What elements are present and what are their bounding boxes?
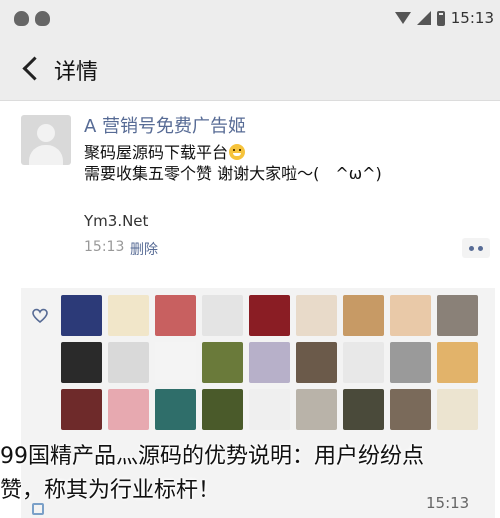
liker-avatar[interactable] [155, 342, 196, 383]
liker-avatar-grid [61, 295, 478, 430]
post-link[interactable]: Ym3.Net [84, 212, 148, 230]
post-time: 15:13 [84, 239, 125, 255]
liker-avatar[interactable] [343, 342, 384, 383]
liker-avatar[interactable] [249, 389, 290, 430]
liker-avatar[interactable] [155, 389, 196, 430]
status-time: 15:13 [450, 9, 494, 27]
post-username[interactable]: A 营销号免费广告姬 [84, 112, 246, 138]
avatar[interactable] [21, 115, 71, 165]
heart-icon [32, 308, 48, 324]
caption-line-1: 99国精产品灬源码的优势说明：用户纷纷点 [0, 444, 424, 469]
page-title: 详情 [54, 60, 99, 85]
liker-avatar[interactable] [108, 295, 149, 336]
status-bar: 15:13 [0, 0, 500, 40]
wifi-icon [394, 12, 411, 24]
liker-avatar[interactable] [343, 389, 384, 430]
battery-icon [436, 10, 445, 26]
post-line-2: 需要收集五零个赞 谢谢大家啦～( ^ω^) [84, 164, 382, 183]
liker-avatar[interactable] [437, 389, 478, 430]
notification-bell-icon [14, 11, 29, 26]
liker-avatar[interactable] [296, 389, 337, 430]
liker-avatar[interactable] [155, 295, 196, 336]
liker-avatar[interactable] [202, 389, 243, 430]
liker-avatar[interactable] [202, 342, 243, 383]
delete-button[interactable]: 删除 [130, 239, 158, 259]
liker-avatar[interactable] [108, 389, 149, 430]
liker-avatar[interactable] [61, 389, 102, 430]
liker-avatar[interactable] [61, 342, 102, 383]
grin-emoji-icon [229, 144, 246, 160]
caption-line-2: 赞，称其为行业标杆！ [0, 478, 221, 503]
back-arrow-icon[interactable] [22, 56, 47, 81]
chat-icon [35, 11, 50, 26]
liker-avatar[interactable] [437, 342, 478, 383]
overlay-caption: 99国精产品灬源码的优势说明：用户纷纷点 赞，称其为行业标杆！ [0, 440, 500, 508]
liker-avatar[interactable] [108, 342, 149, 383]
overlay-time: 15:13 [426, 494, 470, 512]
liker-avatar[interactable] [61, 295, 102, 336]
post-content: 聚码屋源码下载平台 需要收集五零个赞 谢谢大家啦～( ^ω^) [84, 142, 484, 184]
liker-avatar[interactable] [390, 389, 431, 430]
liker-avatar[interactable] [437, 295, 478, 336]
comment-icon [32, 503, 44, 515]
post-line-1: 聚码屋源码下载平台 [84, 143, 229, 162]
header: 详情 [0, 40, 500, 101]
liker-avatar[interactable] [296, 295, 337, 336]
liker-avatar[interactable] [249, 342, 290, 383]
liker-avatar[interactable] [296, 342, 337, 383]
liker-avatar[interactable] [343, 295, 384, 336]
more-actions-button[interactable] [462, 238, 490, 258]
liker-avatar[interactable] [390, 295, 431, 336]
liker-avatar[interactable] [390, 342, 431, 383]
notification-icons [14, 11, 50, 26]
liker-avatar[interactable] [249, 295, 290, 336]
signal-icon [416, 11, 431, 25]
liker-avatar[interactable] [202, 295, 243, 336]
